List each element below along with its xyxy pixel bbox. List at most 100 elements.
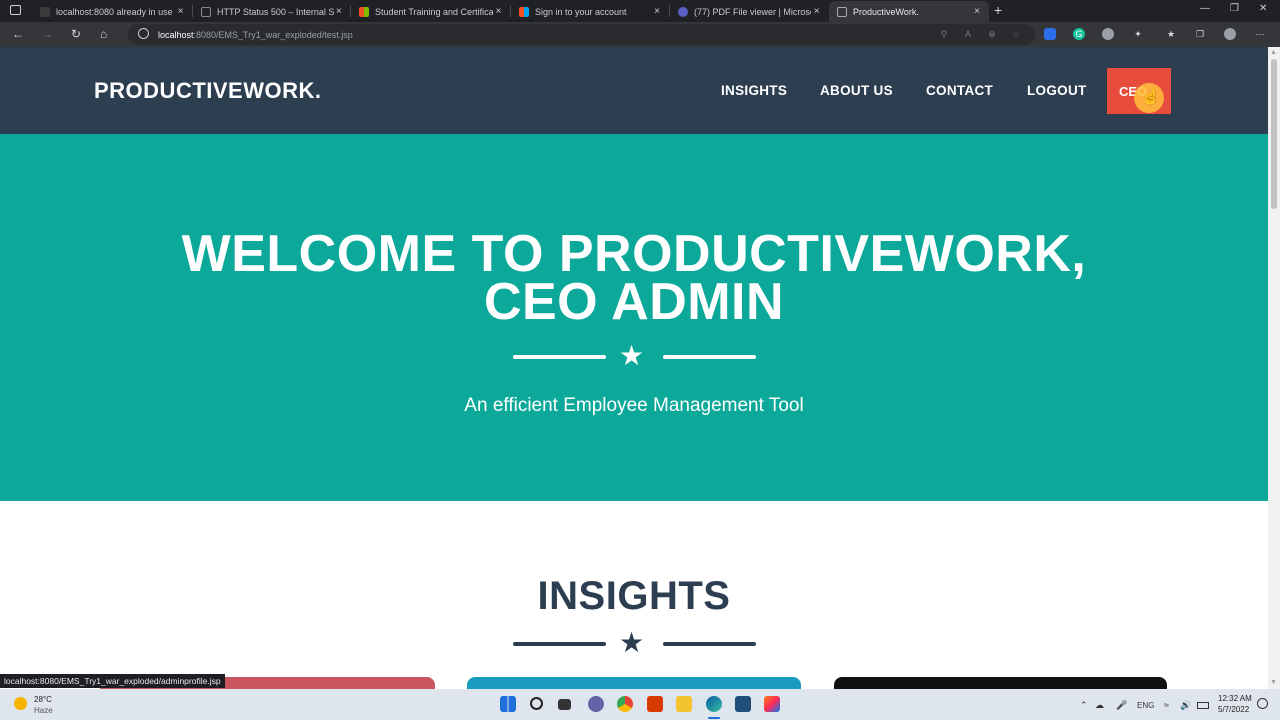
status-bar-url: localhost:8080/EMS_Try1_war_exploded/adm… (0, 674, 225, 688)
tab-favicon-icon (201, 6, 211, 17)
teams-chat-icon[interactable] (588, 696, 604, 712)
close-tab-icon[interactable]: × (651, 6, 663, 17)
tab-title: Sign in to your account (535, 6, 627, 17)
extensions-puzzle-icon[interactable]: ✦ (1132, 28, 1144, 40)
scrollbar-thumb[interactable] (1271, 59, 1277, 209)
browser-tab-bar: localhost:8080 already in use - S × HTTP… (0, 0, 1280, 22)
browser-tab[interactable]: HTTP Status 500 – Internal Serve × (193, 1, 350, 22)
insights-divider-left (513, 642, 606, 646)
weather-temp[interactable]: 28°C (34, 695, 52, 704)
brand-logo[interactable]: PRODUCTIVEWORK. (94, 78, 322, 104)
volume-icon[interactable]: 🔊 (1180, 700, 1191, 711)
weather-desc: Haze (34, 706, 53, 715)
zoom-icon[interactable]: ⊕ (986, 28, 998, 40)
address-bar[interactable]: localhost:8080/EMS_Try1_war_exploded/tes… (128, 24, 1035, 45)
tab-title: localhost:8080 already in use - S (56, 6, 176, 17)
notification-icon[interactable] (1257, 698, 1268, 709)
hero-star-icon: ★ (619, 340, 645, 371)
tab-favicon-icon (837, 6, 847, 17)
hand-cursor-icon: ☝ (1141, 89, 1161, 106)
insight-card-3[interactable] (834, 677, 1167, 689)
edge-icon[interactable] (706, 696, 722, 712)
tab-favicon-icon (40, 6, 50, 17)
extension-icon[interactable] (1044, 28, 1056, 40)
url-path: :8080/EMS_Try1_war_exploded/test.jsp (193, 29, 353, 40)
browser-tab[interactable]: (77) PDF File viewer | Microsoft T × (670, 1, 828, 22)
edge-active-indicator (708, 717, 720, 719)
back-icon[interactable]: ← (12, 27, 24, 41)
nav-link-insights[interactable]: INSIGHTS (721, 83, 787, 98)
insights-heading: INSIGHTS (537, 574, 731, 618)
language-indicator[interactable]: ENG (1137, 701, 1154, 710)
clock-date[interactable]: 5/7/2022 (1218, 705, 1249, 714)
more-menu-icon[interactable]: ⋯ (1254, 28, 1266, 40)
tray-overflow-icon[interactable]: ⌃ (1080, 700, 1088, 711)
microphone-icon[interactable]: 🎤 (1116, 700, 1127, 711)
read-aloud-icon[interactable]: A (962, 28, 974, 40)
clock-time[interactable]: 12:32 AM (1218, 694, 1252, 703)
scroll-up-icon[interactable]: ▲ (1270, 49, 1277, 56)
tab-title: Student Training and Certificatio (375, 6, 493, 17)
browser-tab[interactable]: Sign in to your account × (511, 1, 669, 22)
close-tab-icon[interactable]: × (971, 6, 983, 17)
home-icon[interactable]: ⌂ (100, 27, 107, 41)
tab-favicon-icon (678, 6, 688, 17)
hero-title-line-2: CEO ADMIN (483, 273, 785, 331)
browser-tab-active[interactable]: ProductiveWork. × (829, 1, 989, 22)
favorites-icon[interactable]: ★ (1165, 28, 1177, 40)
new-tab-button[interactable]: + (994, 2, 1002, 18)
grammarly-icon[interactable]: G (1073, 28, 1085, 40)
hero-divider-left (513, 355, 606, 359)
hero-section: WELCOME TO PRODUCTIVEWORK, CEO ADMIN ★ A… (0, 134, 1268, 501)
key-icon[interactable]: ⚲ (938, 28, 950, 40)
close-tab-icon[interactable]: × (175, 6, 186, 17)
nav-link-logout[interactable]: LOGOUT (1027, 83, 1087, 98)
hero-title-line-1: WELCOME TO PRODUCTIVEWORK, (181, 225, 1087, 283)
profile-avatar[interactable] (1224, 28, 1236, 40)
chrome-icon[interactable] (617, 696, 633, 712)
forward-icon[interactable]: → (41, 27, 53, 41)
collections-icon[interactable]: ❐ (1194, 28, 1206, 40)
onedrive-icon[interactable]: ☁ (1095, 700, 1104, 711)
tab-actions-icon[interactable] (10, 5, 21, 15)
file-explorer-icon[interactable] (676, 696, 692, 712)
start-icon[interactable] (500, 696, 516, 712)
hero-subtitle: An efficient Employee Management Tool (464, 395, 804, 416)
restore-icon[interactable]: ❐ (1230, 3, 1239, 14)
insights-star-icon: ★ (619, 627, 645, 658)
site-info-icon[interactable] (138, 28, 149, 39)
search-icon[interactable] (530, 697, 543, 710)
url-host: localhost (158, 29, 194, 40)
insights-divider-right (663, 642, 756, 646)
camera-extension-icon[interactable] (1102, 28, 1114, 40)
tab-favicon-icon (359, 6, 369, 17)
browser-tab[interactable]: localhost:8080 already in use - S × (32, 1, 192, 22)
weather-icon[interactable] (14, 697, 27, 710)
close-tab-icon[interactable]: × (493, 6, 504, 17)
page-scrollbar[interactable]: ▲ ▼ (1268, 47, 1280, 689)
vscode-icon[interactable] (735, 696, 751, 712)
close-tab-icon[interactable]: × (334, 6, 344, 17)
favorite-add-icon[interactable]: ☆ (1010, 28, 1022, 40)
reload-icon[interactable]: ↻ (71, 27, 81, 41)
task-view-icon[interactable] (558, 699, 571, 710)
tab-title: ProductiveWork. (853, 6, 919, 17)
tab-title: HTTP Status 500 – Internal Serve (217, 6, 334, 17)
tab-favicon-icon (519, 6, 529, 17)
nav-link-contact[interactable]: CONTACT (926, 83, 993, 98)
tab-title: (77) PDF File viewer | Microsoft T (694, 6, 811, 17)
hero-divider-right (663, 355, 756, 359)
scroll-down-icon[interactable]: ▼ (1270, 679, 1277, 686)
minimize-icon[interactable]: — (1200, 3, 1210, 14)
browser-tab[interactable]: Student Training and Certificatio × (351, 1, 510, 22)
nav-link-about-us[interactable]: ABOUT US (820, 83, 893, 98)
insight-card-2[interactable] (467, 677, 801, 689)
close-window-icon[interactable]: ✕ (1259, 3, 1267, 14)
battery-icon[interactable] (1197, 702, 1209, 709)
close-tab-icon[interactable]: × (811, 6, 822, 17)
intellij-icon[interactable] (764, 696, 780, 712)
office-icon[interactable] (647, 696, 663, 712)
hero-title: WELCOME TO PRODUCTIVEWORK, CEO ADMIN (0, 225, 1268, 331)
wifi-icon[interactable]: ≈ (1164, 700, 1169, 710)
windows-taskbar: 28°C Haze ⌃ ☁ 🎤 ENG ≈ 🔊 12:32 AM 5/7/202… (0, 689, 1280, 720)
